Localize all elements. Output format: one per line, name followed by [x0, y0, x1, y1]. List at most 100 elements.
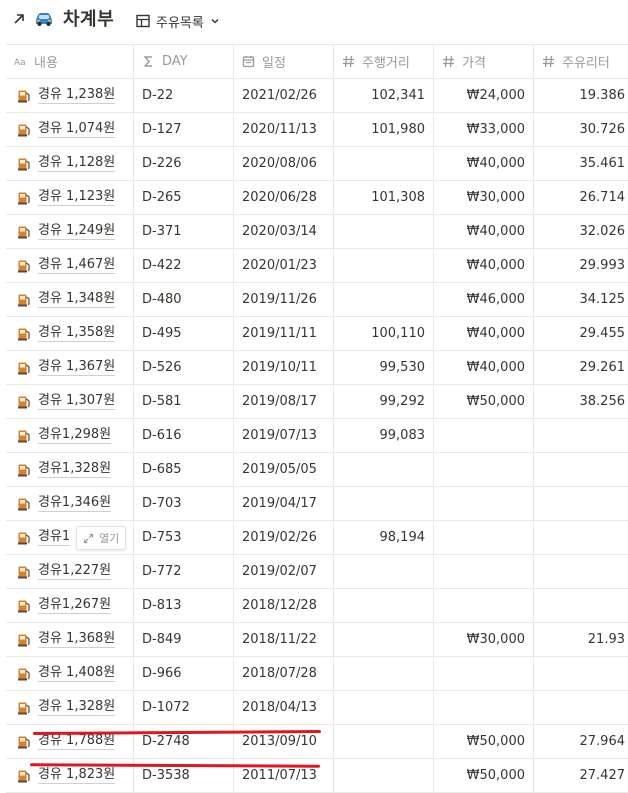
cell-liters[interactable]: 29.993 — [534, 249, 628, 282]
cell-price[interactable] — [434, 589, 534, 622]
cell-day[interactable]: D-703 — [134, 487, 234, 520]
cell-mileage[interactable] — [334, 691, 434, 724]
table-row[interactable]: 경유 1,238원 D-22 2021/02/26 102,341 ₩24,000 19.… — [6, 79, 628, 113]
cell-liters[interactable]: 30.726 — [534, 113, 628, 146]
cell-liters[interactable]: 29.261 — [534, 351, 628, 384]
cell-liters[interactable] — [534, 589, 628, 622]
cell-name[interactable]: 경유1,346원 — [6, 487, 134, 520]
row-title[interactable]: 경유 1,408원 — [38, 665, 116, 682]
column-header-mileage[interactable]: 주행거리 — [334, 45, 434, 78]
cell-name[interactable]: 경유 1,249원 — [6, 215, 134, 248]
cell-mileage[interactable] — [334, 487, 434, 520]
table-row[interactable]: 경유1,227원 D-772 2019/02/07 — [6, 555, 628, 589]
cell-liters[interactable] — [534, 453, 628, 486]
row-title[interactable]: 경유 1,358원 — [38, 325, 116, 342]
column-header-liters[interactable]: 주유리터 — [534, 45, 628, 78]
cell-price[interactable] — [434, 487, 534, 520]
cell-price[interactable] — [434, 555, 534, 588]
cell-mileage[interactable] — [334, 249, 434, 282]
cell-liters[interactable]: 21.93 — [534, 623, 628, 656]
cell-day[interactable]: D-226 — [134, 147, 234, 180]
cell-liters[interactable]: 35.461 — [534, 147, 628, 180]
row-title[interactable]: 경유 1,788원 — [38, 733, 116, 750]
cell-liters[interactable]: 27.427 — [534, 759, 628, 792]
cell-price[interactable]: ₩40,000 — [434, 317, 534, 350]
row-title[interactable]: 경유 1,328원 — [38, 699, 116, 716]
cell-date[interactable]: 2019/08/17 — [234, 385, 334, 418]
cell-price[interactable]: ₩40,000 — [434, 249, 534, 282]
cell-price[interactable] — [434, 419, 534, 452]
cell-day[interactable]: D-127 — [134, 113, 234, 146]
cell-name[interactable]: 경유 1,328원 — [6, 691, 134, 724]
cell-liters[interactable]: 27.964 — [534, 725, 628, 758]
arrow-up-right-icon[interactable] — [12, 12, 26, 26]
column-header-date[interactable]: 일정 — [234, 45, 334, 78]
cell-liters[interactable]: 34.125 — [534, 283, 628, 316]
table-row[interactable]: 경유 1,123원 D-265 2020/06/28 101,308 ₩30,000 26… — [6, 181, 628, 215]
cell-day[interactable]: D-772 — [134, 555, 234, 588]
cell-day[interactable]: D-371 — [134, 215, 234, 248]
cell-day[interactable]: D-581 — [134, 385, 234, 418]
cell-day[interactable]: D-22 — [134, 79, 234, 112]
cell-date[interactable]: 2019/02/07 — [234, 555, 334, 588]
row-title[interactable]: 경유 1,249원 — [38, 223, 116, 240]
cell-mileage[interactable]: 99,530 — [334, 351, 434, 384]
column-header-day[interactable]: DAY — [134, 45, 234, 78]
table-row[interactable]: 경유 1,467원 D-422 2020/01/23 ₩40,000 29.993 — [6, 249, 628, 283]
column-header-name[interactable]: Aa 내용 — [6, 45, 134, 78]
cell-date[interactable]: 2020/03/14 — [234, 215, 334, 248]
cell-mileage[interactable]: 98,194 — [334, 521, 434, 554]
row-title[interactable]: 경유 1,367원 — [38, 359, 116, 376]
cell-mileage[interactable] — [334, 555, 434, 588]
cell-liters[interactable] — [534, 555, 628, 588]
row-title[interactable]: 경유 1,467원 — [38, 257, 116, 274]
cell-day[interactable]: D-480 — [134, 283, 234, 316]
cell-mileage[interactable] — [334, 589, 434, 622]
row-title[interactable]: 경유1,267원 — [38, 597, 112, 614]
cell-mileage[interactable] — [334, 759, 434, 792]
cell-name[interactable]: 경유1,298원 — [6, 419, 134, 452]
cell-mileage[interactable]: 102,341 — [334, 79, 434, 112]
cell-mileage[interactable] — [334, 147, 434, 180]
table-row[interactable]: 경유 1,074원 D-127 2020/11/13 101,980 ₩33,000 30… — [6, 113, 628, 147]
cell-name[interactable]: 경유 1,367원 — [6, 351, 134, 384]
cell-price[interactable]: ₩40,000 — [434, 351, 534, 384]
row-title[interactable]: 경유 1,368원 — [38, 631, 116, 648]
cell-date[interactable]: 2020/01/23 — [234, 249, 334, 282]
table-row[interactable]: 경유1,267원 D-813 2018/12/28 — [6, 589, 628, 623]
table-row[interactable]: 경유 1,328원 D-1072 2018/04/13 — [6, 691, 628, 725]
cell-date[interactable]: 2018/12/28 — [234, 589, 334, 622]
table-row[interactable]: 경유1 열기 D-753 2019/02/26 98,194 — [6, 521, 628, 555]
open-page-button[interactable]: 열기 — [76, 526, 127, 550]
cell-price[interactable] — [434, 521, 534, 554]
cell-name[interactable]: 경유 1,123원 — [6, 181, 134, 214]
cell-day[interactable]: D-685 — [134, 453, 234, 486]
cell-name[interactable]: 경유1,227원 — [6, 555, 134, 588]
cell-day[interactable]: D-616 — [134, 419, 234, 452]
table-row[interactable]: 경유 1,408원 D-966 2018/07/28 — [6, 657, 628, 691]
table-row[interactable]: 경유 1,348원 D-480 2019/11/26 ₩46,000 34.125 — [6, 283, 628, 317]
cell-mileage[interactable] — [334, 453, 434, 486]
cell-day[interactable]: D-1072 — [134, 691, 234, 724]
cell-price[interactable]: ₩33,000 — [434, 113, 534, 146]
cell-price[interactable]: ₩50,000 — [434, 759, 534, 792]
cell-name[interactable]: 경유1,328원 — [6, 453, 134, 486]
cell-date[interactable]: 2019/11/11 — [234, 317, 334, 350]
table-row[interactable]: 경유 1,128원 D-226 2020/08/06 ₩40,000 35.461 — [6, 147, 628, 181]
cell-price[interactable] — [434, 453, 534, 486]
cell-day[interactable]: D-813 — [134, 589, 234, 622]
table-row[interactable]: 경유 1,307원 D-581 2019/08/17 99,292 ₩50,000 38.… — [6, 385, 628, 419]
cell-price[interactable]: ₩30,000 — [434, 181, 534, 214]
cell-mileage[interactable]: 99,083 — [334, 419, 434, 452]
table-row[interactable]: 경유 1,368원 D-849 2018/11/22 ₩30,000 21.93 — [6, 623, 628, 657]
row-title[interactable]: 경유 1,074원 — [38, 121, 116, 138]
row-title[interactable]: 경유 1,123원 — [38, 189, 116, 206]
table-row[interactable]: 경유 1,367원 D-526 2019/10/11 99,530 ₩40,000 29.… — [6, 351, 628, 385]
cell-mileage[interactable]: 101,980 — [334, 113, 434, 146]
cell-day[interactable]: D-265 — [134, 181, 234, 214]
cell-liters[interactable] — [534, 419, 628, 452]
cell-name[interactable]: 경유 1,358원 — [6, 317, 134, 350]
cell-liters[interactable]: 38.256 — [534, 385, 628, 418]
cell-date[interactable]: 2020/08/06 — [234, 147, 334, 180]
cell-name[interactable]: 경유1,267원 — [6, 589, 134, 622]
